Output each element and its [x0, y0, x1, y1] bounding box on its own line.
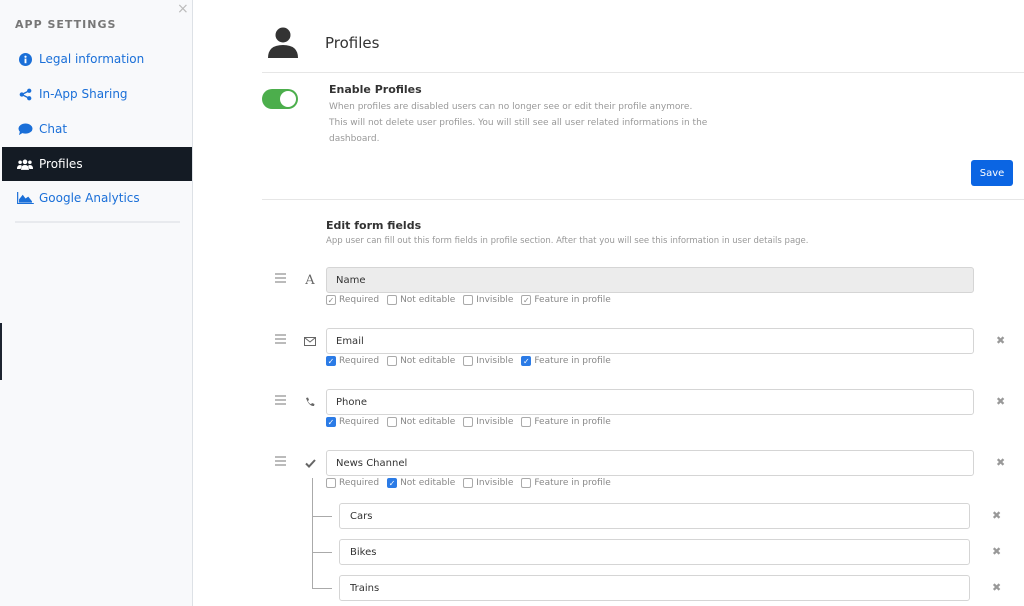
option-invisible[interactable]: Invisible — [463, 356, 513, 366]
checkbox[interactable] — [463, 295, 474, 305]
field-options: Required ✓ Not editable Invisible Feature… — [326, 478, 619, 488]
field-options: ✓ Required Not editable Invisible Feature… — [326, 417, 619, 427]
tree-line — [312, 478, 313, 588]
checkbox-checked[interactable]: ✓ — [326, 417, 336, 427]
option-feature-in-profile[interactable]: Feature in profile — [521, 417, 611, 427]
option-not-editable[interactable]: Not editable — [387, 417, 455, 427]
chat-bubble-icon — [16, 122, 34, 136]
checkbox[interactable] — [326, 478, 336, 488]
enable-profiles-toggle[interactable] — [262, 89, 298, 109]
sidebar-item-label: Google Analytics — [39, 191, 140, 205]
field-name-input[interactable] — [326, 267, 974, 293]
field-options: ✓ Required Not editable Invisible ✓ Featur… — [326, 295, 619, 305]
checkbox[interactable] — [387, 295, 398, 305]
envelope-icon — [302, 328, 318, 354]
field-phone-input[interactable] — [326, 389, 974, 415]
info-circle-icon — [16, 52, 34, 66]
sidebar-item-label: Legal information — [39, 52, 145, 66]
area-chart-icon — [16, 192, 34, 204]
choice-input[interactable] — [339, 503, 970, 529]
option-not-editable[interactable]: ✓ Not editable — [387, 478, 455, 488]
checkbox[interactable] — [463, 356, 474, 366]
sidebar-item-label: Chat — [39, 122, 68, 136]
sidebar-item-google-analytics[interactable]: Google Analytics — [2, 181, 192, 215]
option-invisible[interactable]: Invisible — [463, 295, 513, 305]
sidebar-item-in-app-sharing[interactable]: In-App Sharing — [2, 77, 192, 111]
choice-input[interactable] — [339, 575, 970, 601]
checkbox[interactable] — [463, 417, 474, 427]
option-invisible[interactable]: Invisible — [463, 417, 513, 427]
option-invisible[interactable]: Invisible — [463, 478, 513, 488]
option-feature-in-profile[interactable]: ✓ Feature in profile — [521, 295, 611, 305]
sidebar-item-label: In-App Sharing — [39, 87, 128, 101]
option-not-editable[interactable]: Not editable — [387, 356, 455, 366]
checkbox-checked[interactable]: ✓ — [387, 478, 398, 488]
remove-choice-icon[interactable]: ✖ — [992, 545, 1001, 558]
field-news-channel-input[interactable] — [326, 450, 974, 476]
sidebar-item-chat[interactable]: Chat — [2, 112, 192, 146]
enable-profiles-description: When profiles are disabled users can no … — [329, 102, 708, 144]
edit-form-fields-description: App user can fill out this form fields i… — [326, 236, 809, 246]
phone-icon — [302, 389, 318, 415]
save-button[interactable]: Save — [971, 160, 1013, 186]
checkbox-checked[interactable]: ✓ — [326, 356, 336, 366]
option-required[interactable]: ✓ Required — [326, 295, 379, 305]
option-feature-in-profile[interactable]: Feature in profile — [521, 478, 611, 488]
field-options: ✓ Required Not editable Invisible ✓ Featur… — [326, 356, 619, 366]
drag-handle-icon[interactable] — [275, 395, 286, 407]
sidebar-item-legal-information[interactable]: Legal information — [2, 42, 192, 76]
drag-handle-icon[interactable] — [275, 334, 286, 346]
tree-branch — [312, 516, 332, 517]
checkbox-checked[interactable]: ✓ — [521, 295, 532, 305]
checkbox[interactable] — [521, 417, 532, 427]
checkbox[interactable] — [463, 478, 474, 488]
option-feature-in-profile[interactable]: ✓ Feature in profile — [521, 356, 611, 366]
tree-branch — [312, 552, 332, 553]
option-required[interactable]: ✓ Required — [326, 417, 379, 427]
user-icon — [266, 25, 300, 63]
divider — [262, 72, 1024, 73]
sidebar-divider — [15, 221, 180, 223]
option-not-editable[interactable]: Not editable — [387, 295, 455, 305]
drag-handle-icon[interactable] — [275, 273, 286, 285]
left-edge-bar — [0, 323, 2, 380]
sidebar-heading: APP SETTINGS — [15, 18, 117, 31]
tree-branch — [312, 588, 332, 589]
field-email-input[interactable] — [326, 328, 974, 354]
checkbox[interactable] — [521, 478, 532, 488]
remove-field-icon[interactable]: ✖ — [996, 456, 1005, 469]
users-icon — [16, 158, 34, 171]
toggle-knob — [280, 91, 296, 107]
edit-form-fields-title: Edit form fields — [326, 219, 422, 232]
drag-handle-icon[interactable] — [275, 456, 286, 468]
sidebar-item-profiles[interactable]: Profiles — [2, 147, 192, 181]
remove-choice-icon[interactable]: ✖ — [992, 509, 1001, 522]
remove-field-icon[interactable]: ✖ — [996, 395, 1005, 408]
checkbox[interactable] — [387, 417, 398, 427]
sidebar: × APP SETTINGS Legal information In-App … — [0, 0, 193, 606]
text-icon: A — [305, 272, 315, 288]
remove-choice-icon[interactable]: ✖ — [992, 581, 1001, 594]
choice-input[interactable] — [339, 539, 970, 565]
share-icon — [16, 88, 34, 101]
remove-field-icon[interactable]: ✖ — [996, 334, 1005, 347]
close-icon[interactable]: × — [177, 1, 189, 17]
option-required[interactable]: Required — [326, 478, 379, 488]
sidebar-item-label: Profiles — [39, 157, 83, 171]
enable-profiles-title: Enable Profiles — [329, 83, 422, 96]
divider — [262, 199, 1024, 200]
page-title: Profiles — [325, 34, 380, 52]
option-required[interactable]: ✓ Required — [326, 356, 379, 366]
checkbox-checked[interactable]: ✓ — [521, 356, 532, 366]
checkbox-checked[interactable]: ✓ — [326, 295, 336, 305]
check-icon — [302, 450, 318, 476]
checkbox[interactable] — [387, 356, 398, 366]
